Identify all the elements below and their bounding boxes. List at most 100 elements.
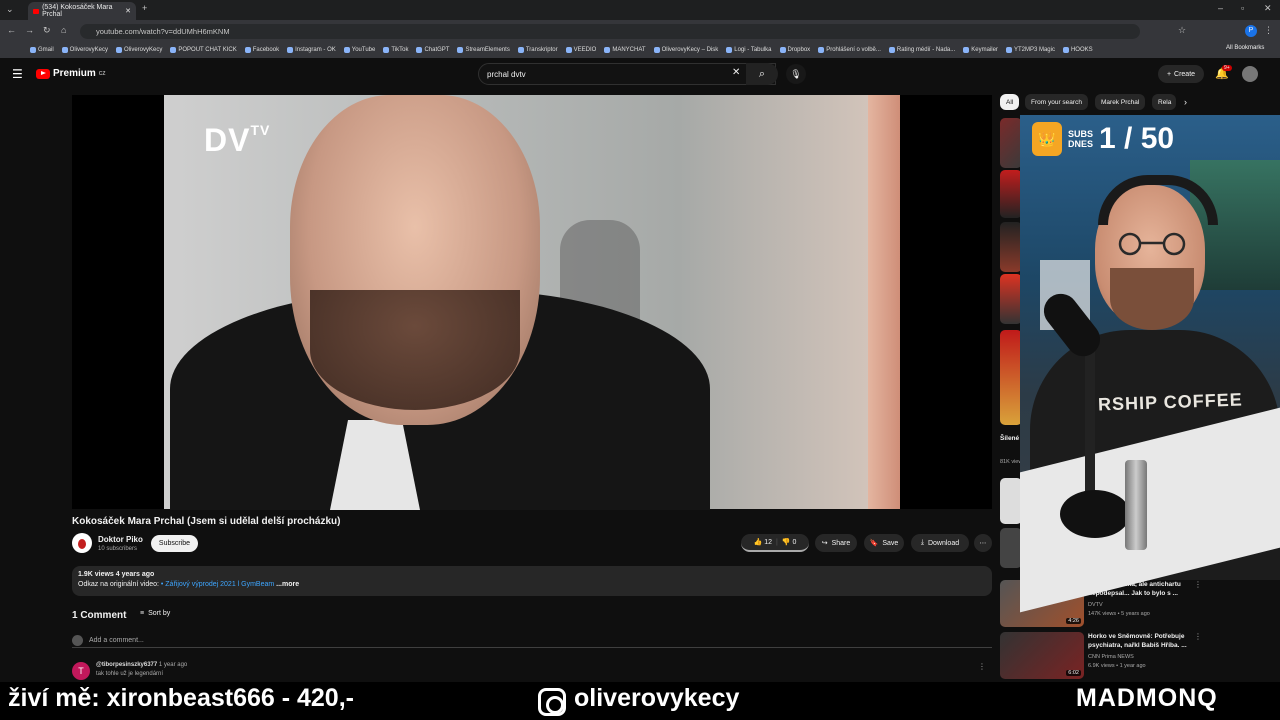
sidebar-item-menu-icon[interactable]: ⋮ — [1194, 632, 1202, 641]
search-icon: ⌕ — [758, 67, 766, 80]
tab-title: (534) Kokosáček Mara Prchal — [42, 4, 113, 18]
chip-marek-prchal[interactable]: Marek Prchal — [1095, 94, 1146, 110]
browser-tab[interactable]: (534) Kokosáček Mara Prchal ✕ — [28, 2, 136, 20]
create-button[interactable]: + Create — [1158, 65, 1204, 83]
sort-icon: ≡ — [140, 610, 145, 617]
hamburger-menu-icon[interactable]: ☰ — [12, 67, 23, 81]
home-icon[interactable]: ⌂ — [61, 25, 66, 35]
sidebar-item-channel[interactable]: DVTV — [1088, 601, 1103, 609]
bookmark-item[interactable]: YT2MP3 Magic — [1005, 47, 1055, 53]
bookmark-item[interactable]: POPOUT CHAT KICK — [170, 47, 237, 53]
channel-avatar[interactable] — [72, 533, 92, 553]
channel-name[interactable]: Doktor Piko — [98, 535, 143, 544]
search-button[interactable]: ⌕ — [746, 63, 778, 85]
subscribe-button[interactable]: Subscribe — [151, 535, 198, 552]
sidebar-item-title[interactable]: Šílené historie... — [1000, 434, 1020, 443]
tab-search-icon[interactable]: ⌄ — [6, 4, 14, 15]
subs-label: SUBS — [1068, 129, 1094, 139]
bookmark-item[interactable]: Instagram - OK — [287, 47, 336, 53]
sidebar-thumb[interactable] — [1000, 330, 1022, 425]
share-button[interactable]: ↪ Share — [815, 534, 857, 552]
description-box[interactable]: 1.9K views 4 years ago Odkaz na originál… — [72, 566, 992, 596]
bookmark-item[interactable]: OliverovyKecy – Disk — [653, 47, 718, 53]
bookmark-item[interactable]: Rating médií - Nada... — [888, 47, 955, 53]
download-button[interactable]: ⤓ Download — [911, 534, 969, 552]
chip-from-search[interactable]: From your search — [1025, 94, 1088, 110]
account-avatar[interactable] — [1242, 66, 1258, 82]
youtube-logo[interactable]: Premium CZ — [36, 68, 105, 79]
sidebar-thumb[interactable] — [1000, 118, 1022, 168]
sidebar-thumb[interactable]: 6:02 — [1000, 632, 1084, 679]
bookmark-item[interactable]: YouTube — [343, 47, 375, 53]
bookmark-item[interactable]: Prohlášení o volbě... — [818, 47, 881, 53]
commenter-name[interactable]: @tiborpesinszky6377 — [96, 662, 157, 668]
sort-by-button[interactable]: ≡ Sort by — [140, 610, 170, 617]
tab-close-icon[interactable]: ✕ — [125, 7, 131, 15]
bookmark-item[interactable]: Facebook — [244, 47, 279, 53]
reload-icon[interactable]: ↻ — [43, 25, 51, 36]
bookmark-item[interactable]: TikTok — [383, 47, 408, 53]
comment-time: 1 year ago — [158, 662, 188, 668]
sidebar-item-channel[interactable]: CNN Prima NEWS — [1088, 653, 1134, 661]
comment-item: T @tiborpesinszky6377 1 year ago tak toh… — [72, 662, 187, 680]
chip-all[interactable]: All — [1000, 94, 1020, 110]
sidebar-thumb[interactable] — [1000, 222, 1022, 272]
bookmark-item[interactable]: Dropbox — [779, 47, 810, 53]
like-dislike-group: 👍 12 | 👎 0 — [741, 534, 809, 552]
url-field[interactable]: youtube.com/watch?v=ddUMhH6mKNM — [80, 24, 1140, 39]
url-text: youtube.com/watch?v=ddUMhH6mKNM — [96, 27, 230, 36]
minimize-icon[interactable]: – — [1218, 3, 1223, 13]
description-line: Odkaz na originální video: • Zářijový vý… — [78, 581, 300, 588]
sidebar-thumb[interactable] — [1000, 478, 1022, 524]
show-more-link[interactable]: ...more — [276, 581, 299, 588]
add-comment-field[interactable]: Add a comment... — [72, 634, 992, 648]
bookmark-item[interactable]: StreamElements — [457, 47, 510, 53]
description-link[interactable]: • Zářijový výprodej 2021 l GymBeam — [161, 581, 274, 588]
bookmark-item[interactable]: Keymailer — [963, 47, 998, 53]
bookmarks-bar: Gmail OliverovyKecy OliverovyKecy POPOUT… — [0, 42, 1280, 58]
chips-next-icon[interactable]: › — [1184, 97, 1187, 107]
streamer-beard — [1110, 268, 1194, 330]
bookmark-item[interactable]: Transkriptor — [517, 47, 558, 53]
window-close-icon[interactable]: ✕ — [1264, 3, 1272, 14]
browser-menu-icon[interactable]: ⋮ — [1264, 25, 1273, 36]
forward-icon[interactable]: → — [25, 25, 34, 35]
like-button[interactable]: 👍 12 — [754, 538, 772, 546]
mic-icon: 🎙 — [790, 68, 802, 79]
donation-text: živí mě: xironbeast666 - 420,- — [8, 684, 354, 712]
voice-search-button[interactable]: 🎙 — [786, 64, 806, 84]
clear-search-icon[interactable]: ✕ — [732, 67, 740, 78]
bookmark-item[interactable]: Gmail — [30, 47, 54, 53]
bookmark-item[interactable]: Logi - Tabulka — [726, 47, 772, 53]
maximize-icon[interactable]: ▫ — [1241, 3, 1244, 13]
save-button[interactable]: 🔖 Save — [864, 534, 904, 552]
bookmark-item[interactable]: ChatGPT — [416, 47, 449, 53]
back-icon[interactable]: ← — [7, 25, 16, 35]
bookmark-item[interactable]: MANYCHAT — [604, 47, 646, 53]
sidebar-item-menu-icon[interactable]: ⋮ — [1194, 580, 1202, 589]
logo-country: CZ — [98, 70, 106, 77]
sidebar-thumb[interactable] — [1000, 528, 1022, 568]
bookmark-item[interactable]: OliverovyKecy — [61, 47, 108, 53]
all-bookmarks[interactable]: All Bookmarks — [1222, 45, 1265, 51]
bookmark-item[interactable]: OliverovyKecy — [116, 47, 162, 53]
new-tab-icon[interactable]: + — [142, 3, 147, 13]
commenter-avatar[interactable]: T — [72, 662, 90, 680]
duration-badge: 6:02 — [1066, 670, 1081, 676]
frame-edge-hand — [868, 95, 900, 509]
desk-gadget — [1125, 460, 1147, 550]
subs-counter: 👑 SUBS DNES 1 / 50 — [1032, 122, 1174, 156]
sidebar-thumb[interactable] — [1000, 274, 1022, 324]
profile-avatar[interactable]: P — [1245, 25, 1257, 37]
chip-related[interactable]: Rela — [1152, 94, 1176, 110]
bookmark-star-icon[interactable]: ☆ — [1178, 25, 1186, 36]
bookmark-item[interactable]: VEEDIO — [565, 47, 596, 53]
more-actions-button[interactable]: ⋯ — [974, 534, 992, 552]
dislike-button[interactable]: 👎 0 — [782, 538, 797, 546]
bookmark-icon: 🔖 — [869, 540, 879, 547]
youtube-play-icon — [36, 68, 50, 79]
comment-menu-icon[interactable]: ⋮ — [978, 662, 986, 671]
sidebar-item-title[interactable]: Horko ve Sněmovně: Potřebuje psychiatra,… — [1088, 632, 1188, 650]
sidebar-thumb[interactable] — [1000, 170, 1022, 218]
bookmark-item[interactable]: HOOKS — [1062, 47, 1093, 53]
